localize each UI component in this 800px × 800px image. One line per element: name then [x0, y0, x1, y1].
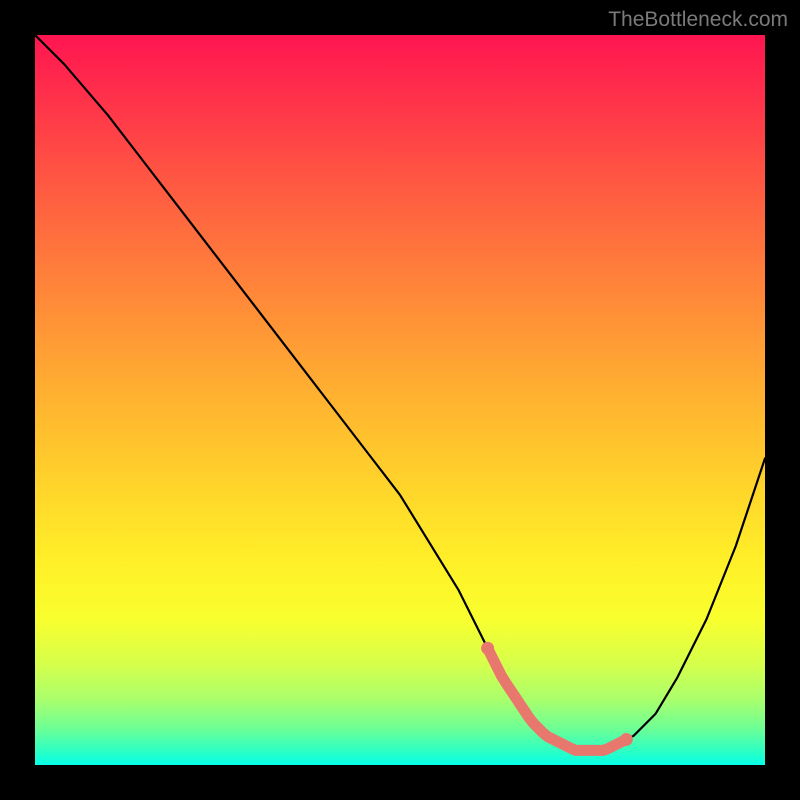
optimal-zone-highlight	[488, 648, 627, 750]
optimal-zone-endpoint	[620, 733, 633, 746]
bottleneck-curve-line	[35, 35, 765, 750]
optimal-zone-dots	[481, 642, 633, 746]
chart-plot-area	[35, 35, 765, 765]
bottleneck-curve-svg	[35, 35, 765, 765]
optimal-zone-endpoint	[481, 642, 494, 655]
watermark-text: TheBottleneck.com	[608, 8, 788, 32]
